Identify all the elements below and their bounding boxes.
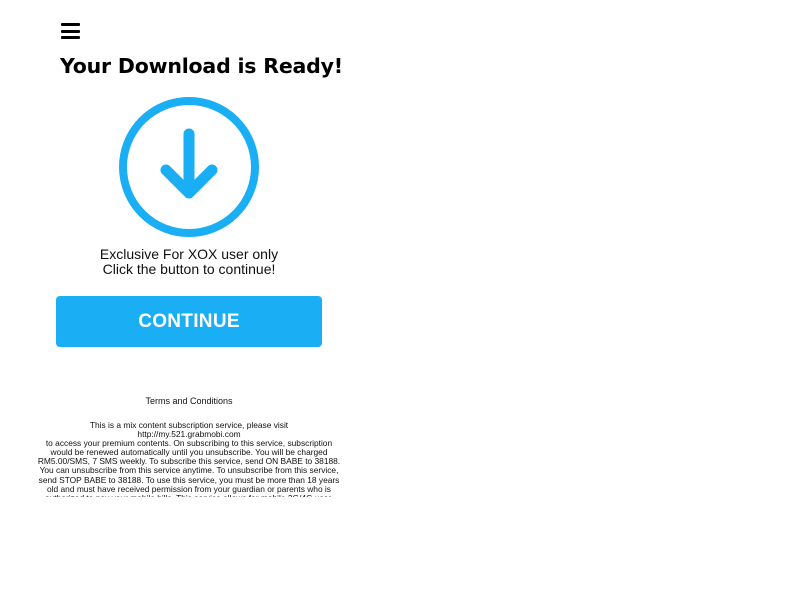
menu-bar bbox=[61, 36, 80, 39]
click-instruction-text: Click the button to continue! bbox=[102, 261, 276, 277]
continue-button[interactable]: CONTINUE bbox=[56, 296, 322, 347]
download-arrow-circle-icon bbox=[119, 97, 259, 237]
menu-bar bbox=[61, 23, 80, 26]
exclusive-text: Exclusive For XOX user only bbox=[99, 246, 279, 262]
page-title: Your Download is Ready! bbox=[60, 54, 343, 78]
instruction-text: Exclusive For XOX user only Click the bu… bbox=[40, 247, 338, 277]
terms-and-conditions-link[interactable]: Terms and Conditions bbox=[40, 396, 338, 406]
terms-body: to access your premium contents. On subs… bbox=[37, 438, 341, 497]
download-page: Your Download is Ready! Exclusive For XO… bbox=[0, 0, 800, 600]
hamburger-menu-icon[interactable] bbox=[61, 22, 80, 40]
terms-text-box[interactable]: This is a mix content subscription servi… bbox=[34, 421, 344, 497]
menu-bar bbox=[61, 29, 80, 33]
